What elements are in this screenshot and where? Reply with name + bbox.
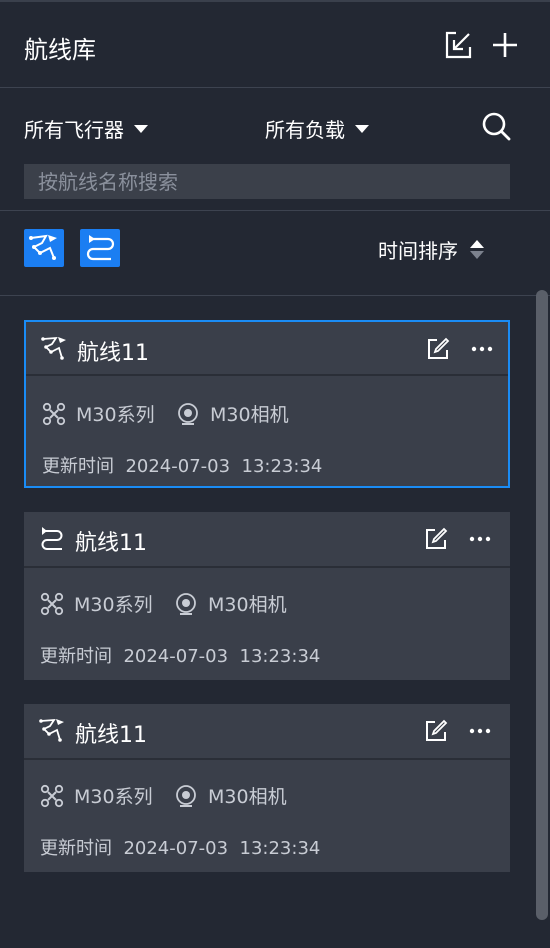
payload-filter-label: 所有负载 bbox=[265, 118, 345, 142]
add-route-button[interactable] bbox=[490, 30, 520, 60]
sort-label: 时间排序 bbox=[378, 239, 458, 263]
camera-icon bbox=[178, 402, 198, 425]
edit-icon bbox=[426, 527, 448, 549]
more-icon bbox=[469, 536, 491, 542]
camera-icon bbox=[176, 592, 196, 615]
update-time-label: 更新时间 bbox=[40, 646, 112, 667]
more-options-button[interactable] bbox=[468, 527, 492, 551]
search-button[interactable] bbox=[480, 110, 512, 142]
mapping-route-filter-button[interactable] bbox=[80, 229, 120, 267]
aircraft-label: M30系列 bbox=[74, 594, 153, 616]
edit-icon bbox=[426, 719, 448, 741]
update-time-row: 更新时间 2024-07-03 13:23:34 bbox=[40, 834, 320, 860]
plus-icon bbox=[493, 33, 517, 57]
import-icon bbox=[445, 31, 472, 59]
update-time-row: 更新时间 2024-07-03 13:23:34 bbox=[42, 452, 322, 478]
route-type-icon bbox=[40, 334, 68, 362]
payload-filter-dropdown[interactable]: 所有负载 bbox=[265, 114, 369, 143]
route-type-icon bbox=[38, 524, 66, 552]
aircraft-label: M30系列 bbox=[76, 404, 155, 426]
route-name: 航线11 bbox=[77, 341, 149, 366]
sort-by-time-button[interactable]: 时间排序 bbox=[378, 235, 484, 264]
route-card[interactable]: 航线11 M30系列 M30相机更新时间 2024-07-03 13:23:34 bbox=[24, 320, 510, 488]
aircraft-info: M30系列 bbox=[42, 400, 155, 427]
more-options-button[interactable] bbox=[470, 337, 494, 361]
waypoint-route-icon bbox=[41, 336, 66, 360]
payload-label: M30相机 bbox=[208, 786, 287, 808]
update-time-row: 更新时间 2024-07-03 13:23:34 bbox=[40, 642, 320, 668]
payload-label: M30相机 bbox=[210, 404, 289, 426]
route-card-header: 航线11 bbox=[24, 704, 510, 760]
more-icon bbox=[471, 346, 493, 352]
drone-icon bbox=[40, 784, 64, 807]
filter-bar: 所有飞行器 所有负载 bbox=[0, 88, 550, 211]
aircraft-label: M30系列 bbox=[74, 786, 153, 808]
search-icon bbox=[482, 112, 511, 141]
route-card[interactable]: 航线11 M30系列 M30相机更新时间 2024-07-03 13:23:34 bbox=[24, 704, 510, 872]
sort-icon bbox=[470, 240, 484, 259]
update-time-value: 13:23:34 bbox=[239, 838, 321, 859]
aircraft-info: M30系列 bbox=[40, 782, 153, 809]
aircraft-filter-label: 所有飞行器 bbox=[24, 118, 124, 142]
aircraft-filter-dropdown[interactable]: 所有飞行器 bbox=[24, 114, 148, 143]
route-name: 航线11 bbox=[75, 531, 147, 556]
drone-icon bbox=[40, 592, 64, 615]
update-time-label: 更新时间 bbox=[42, 456, 114, 477]
aircraft-info: M30系列 bbox=[40, 590, 153, 617]
route-type-icon bbox=[38, 716, 66, 744]
edit-route-button[interactable] bbox=[426, 337, 450, 361]
scrollbar[interactable] bbox=[536, 290, 548, 920]
route-card-header: 航线11 bbox=[24, 512, 510, 568]
waypoint-route-icon bbox=[39, 718, 64, 742]
mapping-route-icon bbox=[86, 235, 115, 261]
update-date-value: 2024-07-03 bbox=[123, 646, 229, 667]
route-card-header: 航线11 bbox=[26, 322, 508, 376]
payload-info: M30相机 bbox=[174, 590, 287, 617]
caret-down-icon bbox=[134, 124, 148, 133]
mapping-route-icon bbox=[41, 527, 63, 550]
page-title: 航线库 bbox=[24, 36, 96, 64]
payload-info: M30相机 bbox=[176, 400, 289, 427]
edit-route-button[interactable] bbox=[424, 527, 448, 551]
more-options-button[interactable] bbox=[468, 719, 492, 743]
caret-down-icon bbox=[355, 124, 369, 133]
update-date-value: 2024-07-03 bbox=[125, 456, 231, 477]
payload-info: M30相机 bbox=[174, 782, 287, 809]
waypoint-route-icon bbox=[29, 234, 57, 260]
edit-route-button[interactable] bbox=[424, 719, 448, 743]
more-icon bbox=[469, 728, 491, 734]
route-card[interactable]: 航线11 M30系列 M30相机更新时间 2024-07-03 13:23:34 bbox=[24, 512, 510, 680]
mode-bar: 时间排序 bbox=[0, 211, 550, 296]
update-time-value: 13:23:34 bbox=[239, 646, 321, 667]
route-name: 航线11 bbox=[75, 723, 147, 748]
search-input[interactable] bbox=[24, 164, 510, 199]
import-button[interactable] bbox=[443, 30, 473, 60]
update-date-value: 2024-07-03 bbox=[123, 838, 229, 859]
edit-icon bbox=[428, 337, 450, 359]
update-time-value: 13:23:34 bbox=[241, 456, 323, 477]
waypoint-route-filter-button[interactable] bbox=[24, 229, 64, 267]
payload-label: M30相机 bbox=[208, 594, 287, 616]
panel-header: 航线库 bbox=[0, 2, 550, 88]
camera-icon bbox=[176, 784, 196, 807]
update-time-label: 更新时间 bbox=[40, 838, 112, 859]
drone-icon bbox=[42, 402, 66, 425]
